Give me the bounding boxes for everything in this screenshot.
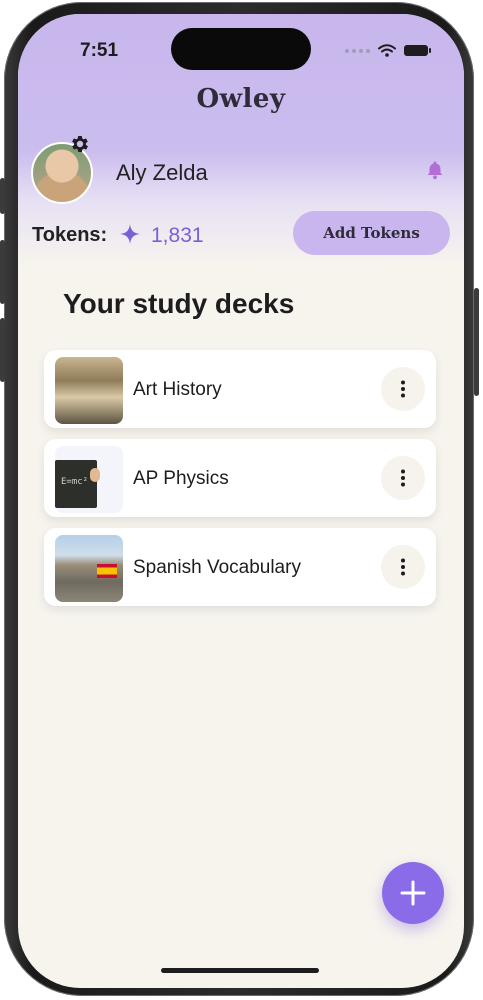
deck-name: Spanish Vocabulary — [133, 557, 301, 578]
hand-image — [90, 468, 100, 482]
tokens-value: 1,831 — [151, 224, 204, 247]
ap-physics-image: E=mc² — [55, 446, 123, 513]
gear-icon[interactable] — [69, 133, 91, 155]
app-screen: 7:51 Owley Aly Zelda Tokens: 1,831 Add T… — [18, 14, 464, 988]
deck-card-ap-physics[interactable]: E=mc² AP Physics — [44, 439, 436, 517]
sparkle-icon — [120, 224, 140, 244]
deck-name: AP Physics — [133, 468, 229, 489]
plus-icon — [400, 880, 426, 906]
more-vertical-icon — [401, 469, 405, 487]
decks-title: Your study decks — [63, 288, 295, 319]
chalkboard-image: E=mc² — [55, 460, 97, 508]
phone-side-button — [0, 178, 5, 214]
user-name: Aly Zelda — [116, 160, 208, 185]
battery-icon — [404, 45, 431, 56]
status-time: 7:51 — [80, 40, 119, 61]
bell-icon[interactable] — [426, 160, 444, 180]
signal-icon — [345, 48, 370, 53]
phone-volume-down-button — [0, 318, 5, 382]
deck-menu-button[interactable] — [381, 367, 425, 411]
home-indicator[interactable] — [161, 968, 319, 973]
add-tokens-button[interactable]: Add Tokens — [293, 211, 450, 255]
deck-menu-button[interactable] — [381, 456, 425, 500]
app-title: Owley — [196, 84, 286, 114]
deck-menu-button[interactable] — [381, 545, 425, 589]
dynamic-island — [171, 28, 311, 70]
phone-volume-up-button — [0, 240, 5, 304]
status-icons — [345, 44, 431, 57]
wifi-icon — [378, 44, 396, 57]
more-vertical-icon — [401, 558, 405, 576]
phone-power-button — [474, 288, 479, 396]
more-vertical-icon — [401, 380, 405, 398]
tokens-label: Tokens: — [32, 224, 108, 246]
art-history-image — [55, 357, 123, 424]
spain-flag-image — [97, 564, 117, 578]
deck-card-art-history[interactable]: Art History — [44, 350, 436, 428]
spanish-vocabulary-image — [55, 535, 123, 602]
deck-name: Art History — [133, 379, 222, 400]
deck-card-spanish-vocabulary[interactable]: Spanish Vocabulary — [44, 528, 436, 606]
add-deck-button[interactable] — [382, 862, 444, 924]
